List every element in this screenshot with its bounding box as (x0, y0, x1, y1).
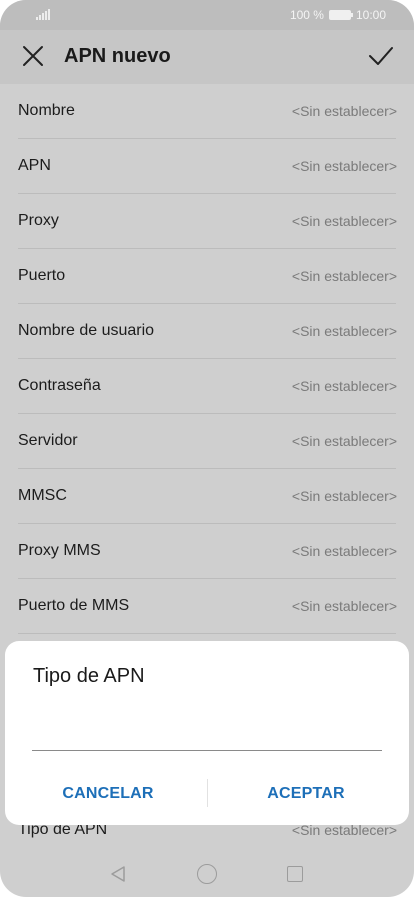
battery-percent: 100 % (289, 8, 324, 22)
list-item[interactable]: Puerto <Sin establecer> (18, 249, 397, 304)
field-label: Proxy (18, 212, 59, 229)
accept-button[interactable]: ACEPTAR (216, 777, 396, 811)
field-value: <Sin establecer> (291, 268, 397, 284)
home-icon[interactable] (197, 864, 217, 884)
field-value: <Sin establecer> (291, 433, 397, 449)
field-value: <Sin establecer> (291, 158, 397, 174)
cancel-button[interactable]: CANCELAR (18, 777, 198, 811)
field-label: Nombre (18, 102, 75, 119)
page-title: APN nuevo (64, 45, 171, 67)
status-bar: 100 % 10:00 (0, 0, 414, 30)
field-value: <Sin establecer> (291, 323, 397, 339)
list-item[interactable]: APN <Sin establecer> (18, 139, 397, 194)
app-bar: APN nuevo (0, 30, 414, 84)
recent-apps-icon[interactable] (287, 866, 303, 882)
status-right: 100 % 10:00 (290, 8, 386, 22)
list-item[interactable]: Servidor <Sin establecer> (18, 414, 397, 469)
field-label: Puerto (18, 267, 66, 284)
apn-type-input[interactable] (32, 717, 382, 751)
field-label: Contraseña (18, 377, 101, 394)
field-label: APN (18, 157, 51, 174)
signal-icon (36, 9, 50, 20)
battery-icon (328, 10, 353, 20)
dialog-title: Tipo de APN (33, 665, 145, 687)
list-item[interactable]: MMSC <Sin establecer> (18, 469, 397, 524)
field-value: <Sin establecer> (291, 488, 397, 504)
apn-settings-list: Nombre <Sin establecer> APN <Sin estable… (0, 84, 414, 634)
list-item[interactable]: Contraseña <Sin establecer> (18, 359, 397, 414)
field-label: Puerto de MMS (18, 597, 130, 614)
navigation-bar (0, 845, 414, 897)
field-label: Proxy MMS (18, 542, 101, 559)
clock: 10:00 (355, 8, 386, 22)
list-item[interactable]: Nombre de usuario <Sin establecer> (18, 304, 397, 359)
field-label: Servidor (18, 432, 78, 449)
apn-type-dialog: Tipo de APN CANCELAR ACEPTAR (5, 641, 409, 825)
field-value: <Sin establecer> (291, 213, 397, 229)
close-icon[interactable] (22, 45, 44, 67)
field-value: <Sin establecer> (291, 103, 397, 119)
field-value: <Sin establecer> (291, 598, 397, 614)
list-item[interactable]: Puerto de MMS <Sin establecer> (18, 579, 397, 634)
field-value: <Sin establecer> (291, 378, 397, 394)
field-label: MMSC (18, 487, 67, 504)
list-item[interactable]: Proxy MMS <Sin establecer> (18, 524, 397, 579)
list-item[interactable]: Proxy <Sin establecer> (18, 194, 397, 249)
back-icon[interactable] (110, 865, 126, 883)
field-label: Nombre de usuario (18, 322, 155, 339)
list-item[interactable]: Nombre <Sin establecer> (18, 84, 397, 139)
check-icon[interactable] (368, 44, 394, 68)
field-value: <Sin establecer> (291, 543, 397, 559)
button-divider (207, 779, 208, 807)
phone-screen: 100 % 10:00 APN nuevo Nombre <Sin establ… (0, 0, 414, 897)
